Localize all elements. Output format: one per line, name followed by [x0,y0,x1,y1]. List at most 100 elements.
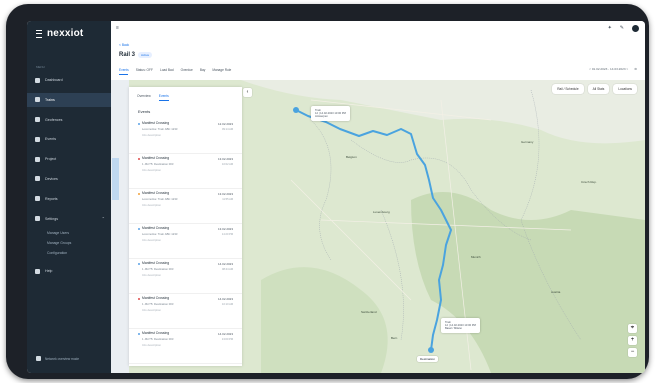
event-date: 14.02.2023 [217,297,233,301]
sidebar-footer[interactable]: Network overview mode [36,356,79,361]
sidebar-item-label: Devices [45,176,58,181]
sidebar-nav: Dashboard Trains Geofences Events Projec… [27,73,111,284]
subnav-item-manage-groups[interactable]: Manage Groups [27,238,111,248]
city-label: Germany [521,140,534,144]
tab-status[interactable]: Status: OFF [136,68,153,72]
sidebar-item-label: Events [45,137,56,142]
edit-icon[interactable]: ✎ [620,25,624,31]
brand-name: nexxiot [47,28,84,39]
end-point-label: Train 12 | 14.02.2023 13:00 PM Basel / M… [441,318,480,333]
tab-overdue[interactable]: Overdue [181,68,193,72]
sidebar-item-dashboard[interactable]: Dashboard [27,73,111,87]
list-item[interactable]: Manifest Crossing Locomotive: Train ABC … [129,189,242,224]
settings-subnav: Manage Users Manage Groups Configuration [27,228,111,258]
start-point-label: Train 12 | 14.02.2023 13:00 PM Antwerpen [311,106,350,121]
sidebar-item-label: Dashboard [45,78,63,82]
sidebar-item-project[interactable]: Project [27,152,111,166]
rail-schedule-button[interactable]: Rail / Schedule [552,84,584,94]
event-meta: Info description [142,133,161,137]
event-time-sub: 08:44 AM [222,268,233,271]
event-date: 13.02.2023 [217,157,233,161]
city-label: Munich [471,255,481,259]
sidebar-item-geofences[interactable]: Geofences [27,113,111,127]
zoom-controls: ⌖ + − [628,324,637,357]
event-meta: Info description [142,168,161,172]
date-range[interactable]: < 01.02.2023 - 14.03.2023 > ⚙ [589,67,637,71]
event-date: 13.02.2023 [217,227,233,231]
locate-icon[interactable]: ⌖ [628,324,637,333]
scroll-indicator[interactable] [112,158,119,200]
menu-toggle-icon[interactable]: ≡ [116,25,119,31]
city-label: Czech Rep. [581,180,597,184]
sidebar-item-help[interactable]: Help [27,264,111,278]
collapse-panel-button[interactable]: ‹ [243,88,252,97]
dashboard-icon [35,77,40,83]
hamburger-icon[interactable] [36,29,42,38]
events-panel: Overview Events Events Manifest Crossing… [129,87,242,366]
filter-tabs: Events Status: OFF Load Bad Overdue Bay … [119,68,231,72]
event-time: 13.02.2023 11:55 AM [218,192,233,201]
event-meta: Info description [142,203,161,207]
help-icon [35,268,40,274]
sidebar-item-events[interactable]: Events [27,132,111,146]
tab-manage-rule[interactable]: Manage Rule [212,68,231,72]
sidebar-item-settings[interactable]: Settings ⌃ [27,212,111,226]
breadcrumb[interactable]: < Back [119,43,129,47]
panel-tabs: Overview Events [129,87,242,103]
event-date: 12.02.2023 [217,122,233,126]
list-item[interactable]: Manifest Crossing 1 -Bz/75: Destination … [129,329,242,364]
subnav-item-configuration[interactable]: Configuration [27,248,111,258]
list-item[interactable]: Manifest Crossing 1 -Bz/75: Destination … [129,154,242,189]
tab-load[interactable]: Load Bad [160,68,174,72]
logo[interactable]: nexxiot [36,28,83,39]
destination-marker-label: Destination [417,356,439,362]
event-time: 14.02.2023 08:44 AM [218,262,233,271]
sidebar-footer-label: Network overview mode [45,356,80,361]
network-icon [36,356,41,361]
events-icon [35,136,40,142]
event-time-sub: 10:02 AM [222,163,233,166]
city-label: Bern [391,336,398,340]
subnav-item-manage-users[interactable]: Manage Users [27,228,111,238]
settings-icon [35,216,40,222]
sidebar-item-reports[interactable]: Reports [27,192,111,206]
panel-heading: Events [138,109,151,114]
avatar[interactable] [632,24,639,32]
event-date: 14.02.2023 [217,262,233,266]
event-meta: Info description [142,308,161,312]
sidebar-item-label: Project [45,157,57,162]
list-item[interactable]: Manifest Crossing Locomotive: Train ABC … [129,224,242,259]
sidebar: nexxiot MENU Dashboard Trains Geofences … [27,21,111,373]
list-item[interactable]: Manifest Crossing 1 -Bz/75: Destination … [129,259,242,294]
status-dot [138,333,140,335]
sidebar-item-devices[interactable]: Devices [27,172,111,186]
list-item[interactable]: Manifest Crossing 1 -Bz/75: Destination … [129,294,242,329]
menu-section-label: MENU [36,65,45,69]
tab-events-panel[interactable]: Events [158,94,169,101]
sidebar-item-label: Reports [45,196,58,201]
event-meta: Info description [142,238,161,242]
tablet-frame: nexxiot MENU Dashboard Trains Geofences … [6,4,649,379]
sidebar-item-label: Trains [45,97,55,102]
notifications-icon[interactable]: ✦ [608,25,612,31]
event-time-sub: 09:14 AM [222,128,233,131]
all-stats-button[interactable]: All Stats [587,84,610,94]
list-item[interactable]: Manifest Crossing Locomotive: Train ABC … [129,119,242,154]
sidebar-item-label: Help [45,269,53,274]
settings-icon[interactable]: ⚙ [634,67,637,71]
tab-bay[interactable]: Bay [200,68,206,72]
sidebar-item-label: Geofences [45,117,63,122]
zoom-out-button[interactable]: − [628,348,637,357]
tab-events[interactable]: Events [119,68,129,72]
event-date: 14.02.2023 [217,332,233,336]
status-dot [138,228,140,230]
tab-overview[interactable]: Overview [137,94,151,101]
event-time: 13.02.2023 10:02 AM [218,157,233,166]
event-time: 14.02.2023 10:10 AM [218,297,233,306]
zoom-in-button[interactable]: + [628,336,637,345]
sidebar-item-trains[interactable]: Trains [27,92,111,107]
locations-button[interactable]: Locations [613,84,637,94]
city-label: Belgium [346,155,357,159]
chevron-up-icon: ⌃ [101,216,105,222]
event-time: 14.02.2023 13:00 PM [218,332,233,341]
